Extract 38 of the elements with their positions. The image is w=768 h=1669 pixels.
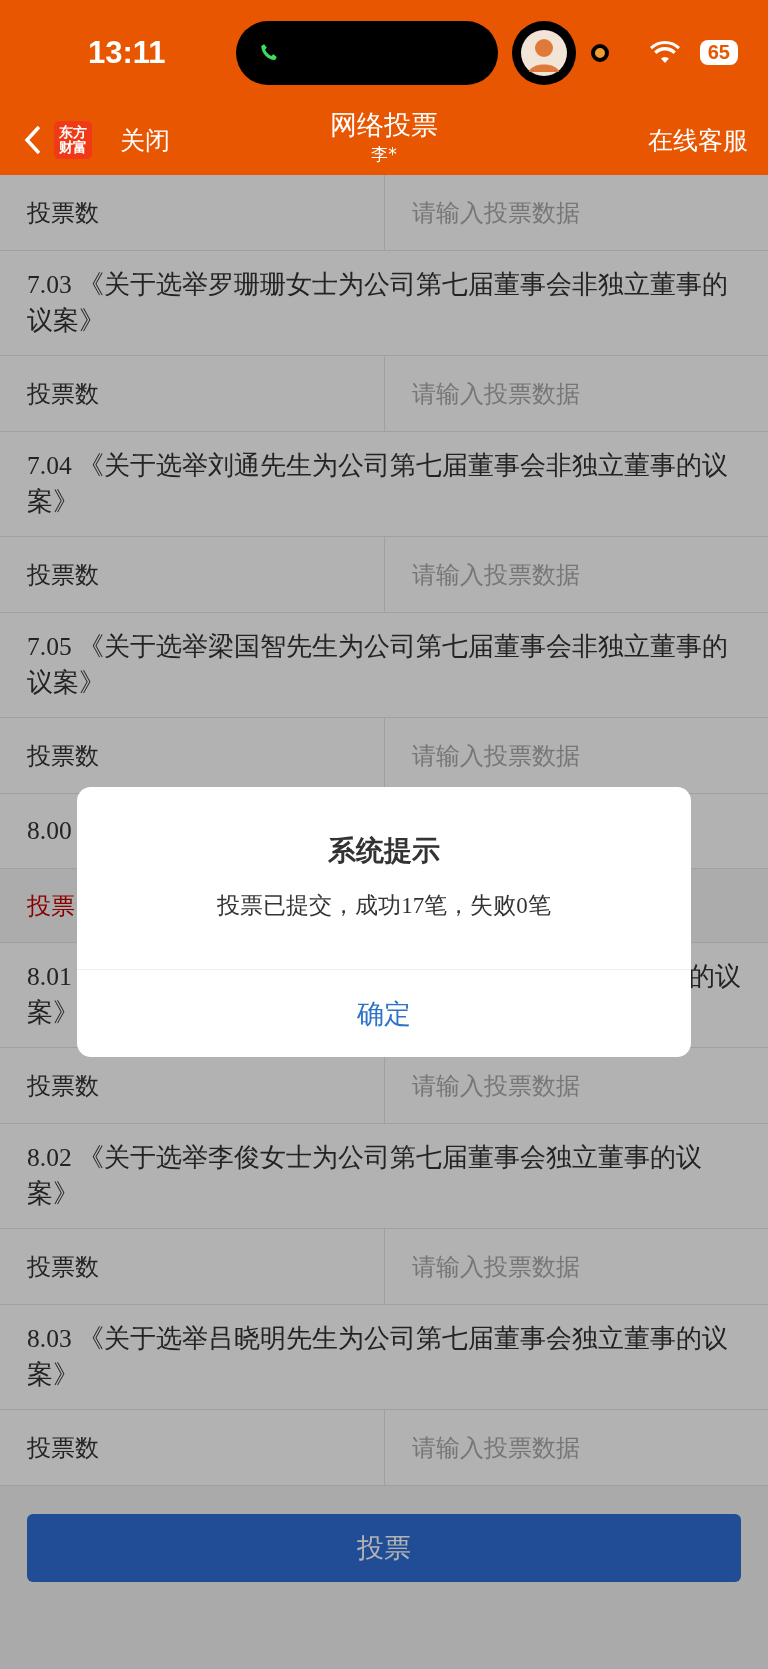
proposal-number: 8.01	[27, 961, 72, 993]
proposal-title-end: 的议	[689, 961, 741, 993]
page-subtitle: 李*	[371, 143, 397, 166]
close-link[interactable]: 关闭	[120, 123, 170, 157]
row-label: 投票数	[0, 1410, 385, 1485]
battery-icon: 65	[699, 40, 738, 65]
back-icon[interactable]	[24, 124, 42, 156]
row-label: 投票数	[0, 1048, 385, 1123]
confirm-button[interactable]: 确定	[77, 969, 691, 1057]
row-label: 投票数	[0, 1229, 385, 1304]
proposal-title: 7.05 《关于选举梁国智先生为公司第七届董事会非独立董事的议案》	[27, 631, 729, 699]
row-label: 投票数	[0, 356, 385, 431]
row-label: 投票数	[0, 537, 385, 612]
dialog-message: 投票已提交，成功17笔，失败0笔	[217, 892, 551, 920]
proposal-title: 7.03 《关于选举罗珊珊女士为公司第七届董事会非独立董事的议案》	[27, 269, 729, 337]
proposal-title-end: 案》	[27, 997, 79, 1029]
notice-text: 投票	[27, 890, 75, 922]
row-label: 投票数	[0, 718, 385, 793]
row-label: 投票数	[0, 175, 385, 250]
proposal-title: 8.02 《关于选举李俊女士为公司第七届董事会独立董事的议案》	[27, 1142, 703, 1210]
customer-service-link[interactable]: 在线客服	[648, 123, 748, 157]
proposal-title: 8.03 《关于选举吕晓明先生为公司第七届董事会独立董事的议案》	[27, 1323, 729, 1391]
proposal-title: 7.04 《关于选举刘通先生为公司第七届董事会非独立董事的议案》	[27, 450, 729, 518]
input-field[interactable]: 请输入投票数据	[385, 537, 768, 612]
input-field[interactable]: 请输入投票数据	[385, 718, 768, 793]
app-logo: 东方 财富	[54, 121, 92, 159]
input-field[interactable]: 请输入投票数据	[385, 175, 768, 250]
recording-dot-icon	[589, 42, 610, 63]
status-time: 13:11	[88, 34, 167, 71]
wifi-icon	[649, 40, 680, 65]
input-field[interactable]: 请输入投票数据	[385, 1229, 768, 1304]
input-field[interactable]: 请输入投票数据	[385, 1410, 768, 1485]
page-title: 网络投票	[330, 108, 438, 142]
input-field[interactable]: 请输入投票数据	[385, 1048, 768, 1123]
vote-button[interactable]: 投票	[27, 1514, 741, 1582]
dialog-title: 系统提示	[328, 833, 440, 869]
input-field[interactable]: 请输入投票数据	[385, 356, 768, 431]
proposal-title: 8.00	[27, 815, 73, 847]
